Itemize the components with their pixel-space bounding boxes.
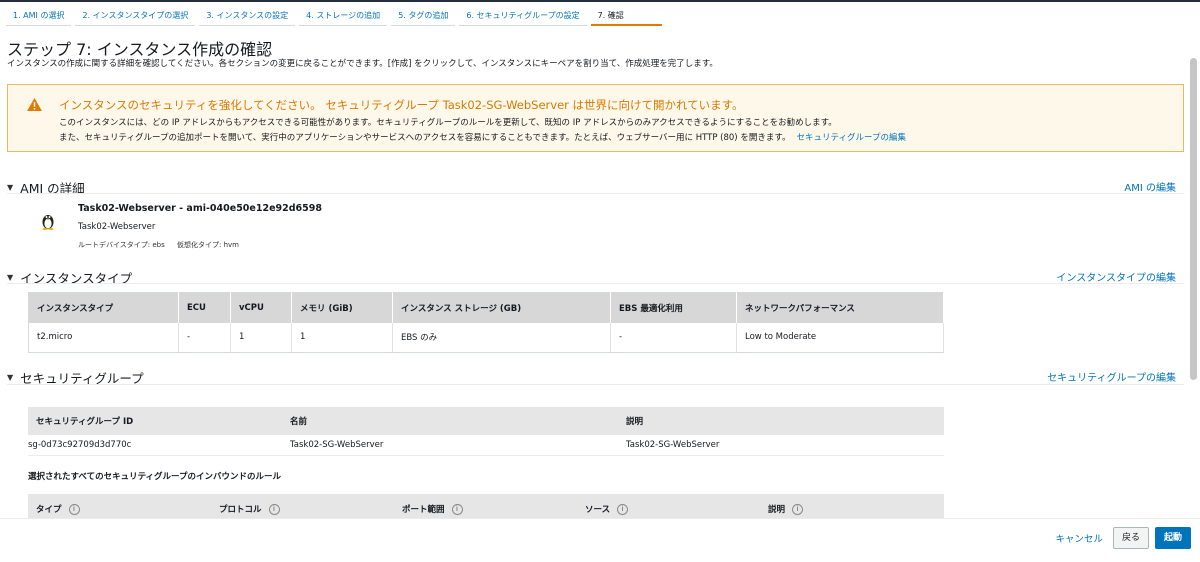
column-header: インスタンスタイプ [28, 292, 179, 323]
column-label: 説明 [768, 505, 786, 515]
ami-meta: ルートデバイスタイプ: ebs 仮想化タイプ: hvm [78, 240, 239, 250]
column-header: ソース i [577, 494, 760, 518]
info-icon[interactable]: i [617, 503, 629, 515]
column-label: ソース [585, 505, 611, 515]
divider [7, 384, 1184, 385]
ami-subtitle: Task02-Webserver [78, 222, 156, 232]
table-cell: 1 [291, 322, 393, 353]
column-header: セキュリティグループ ID [28, 407, 282, 435]
column-label: タイプ [36, 505, 62, 515]
instance-type-table: インスタンスタイプ ECU vCPU メモリ (GiB) インスタンス ストレー… [28, 292, 944, 353]
wizard-step-instance-type[interactable]: 2. インスタンスタイプの選択 [75, 4, 196, 26]
back-button[interactable]: 戻る [1113, 527, 1149, 549]
column-header: vCPU [230, 292, 292, 323]
column-label: ポート範囲 [402, 505, 445, 515]
column-header: EBS 最適化利用 [610, 292, 737, 323]
table-cell: 1 [230, 322, 292, 353]
table-row: sg-0d73c92709d3d770c Task02-SG-WebServer… [28, 435, 944, 456]
launch-button[interactable]: 起動 [1155, 527, 1191, 549]
table-header-row: セキュリティグループ ID 名前 説明 [28, 407, 944, 435]
table-cell: - [178, 322, 231, 353]
table-cell: Low to Moderate [736, 322, 944, 353]
top-bar [0, 0, 1200, 2]
caret-down-icon: ▼ [7, 183, 14, 192]
column-header: 説明 i [760, 494, 944, 518]
wizard-step-ami[interactable]: 1. AMI の選択 [6, 4, 72, 26]
ami-section-title: AMI の詳細 [20, 181, 85, 196]
info-icon[interactable]: i [451, 503, 463, 515]
table-cell: sg-0d73c92709d3d770c [28, 435, 282, 456]
review-content[interactable]: インスタンスのセキュリティを強化してください。 セキュリティグループ Task0… [0, 80, 1200, 518]
warning-title: インスタンスのセキュリティを強化してください。 セキュリティグループ Task0… [59, 98, 744, 112]
table-cell: Task02-SG-WebServer [618, 435, 944, 456]
edit-security-group-link[interactable]: セキュリティグループの編集 [796, 133, 905, 143]
edit-ami-link[interactable]: AMI の編集 [1124, 179, 1176, 194]
table-cell: - [610, 322, 737, 353]
column-label: プロトコル [219, 505, 262, 515]
security-group-table: セキュリティグループ ID 名前 説明 sg-0d73c92709d3d770c… [28, 407, 944, 456]
column-header: 説明 [618, 407, 944, 435]
table-cell: t2.micro [28, 322, 179, 353]
column-header: ポート範囲 i [394, 494, 577, 518]
linux-penguin-icon [42, 215, 54, 230]
table-header-row: インスタンスタイプ ECU vCPU メモリ (GiB) インスタンス ストレー… [28, 292, 944, 323]
caret-down-icon: ▼ [7, 273, 14, 282]
table-cell: EBS のみ [392, 322, 611, 353]
column-header: インスタンス ストレージ (GB) [392, 292, 611, 323]
wizard-step-security-group[interactable]: 6. セキュリティグループの設定 [459, 4, 587, 26]
wizard-step-review[interactable]: 7. 確認 [590, 4, 662, 26]
ami-root-device: ルートデバイスタイプ: ebs [78, 241, 165, 249]
wizard-steps: 1. AMI の選択 2. インスタンスタイプの選択 3. インスタンスの設定 … [6, 4, 666, 26]
wizard-step-configure[interactable]: 3. インスタンスの設定 [199, 4, 296, 26]
info-icon[interactable]: i [792, 503, 804, 515]
warning-icon [27, 98, 42, 111]
column-header: 名前 [282, 407, 618, 435]
column-header: タイプ i [28, 494, 211, 518]
edit-instance-type-link[interactable]: インスタンスタイプの編集 [1056, 269, 1176, 284]
caret-down-icon: ▼ [7, 373, 14, 382]
column-header: メモリ (GiB) [291, 292, 393, 323]
instance-type-section-toggle[interactable]: ▼ インスタンスタイプ [7, 268, 132, 287]
wizard-step-tags[interactable]: 5. タグの追加 [391, 4, 456, 26]
footer-bar: キャンセル 戻る 起動 [0, 518, 1200, 562]
warning-text-2-body: また、セキュリティグループの追加ポートを開いて、実行中のアプリケーションやサービ… [59, 133, 791, 143]
warning-text-1: このインスタンスには、どの IP アドレスからもアクセスできる可能性があります。… [59, 118, 837, 128]
ami-name: Task02-Webserver - ami-040e50e12e92d6598 [78, 203, 322, 214]
cancel-button[interactable]: キャンセル [1055, 531, 1103, 545]
ami-section-toggle[interactable]: ▼ AMI の詳細 [7, 178, 85, 197]
instance-type-section-title: インスタンスタイプ [20, 271, 133, 286]
column-header: ネットワークパフォーマンス [736, 292, 944, 323]
divider [7, 193, 1184, 194]
ami-virtualization: 仮想化タイプ: hvm [177, 241, 239, 249]
table-cell: Task02-SG-WebServer [282, 435, 618, 456]
table-row: t2.micro - 1 1 EBS のみ - Low to Moderate [28, 322, 944, 353]
page-description: インスタンスの作成に関する詳細を確認してください。各セクションの変更に戻ることが… [7, 59, 718, 69]
wizard-step-storage[interactable]: 4. ストレージの追加 [299, 4, 388, 26]
column-header: ECU [178, 292, 231, 323]
inbound-rules-title: 選択されたすべてのセキュリティグループのインバウンドのルール [28, 472, 282, 482]
info-icon[interactable]: i [68, 503, 80, 515]
edit-security-group-section-link[interactable]: セキュリティグループの編集 [1047, 369, 1176, 384]
warning-text-2: また、セキュリティグループの追加ポートを開いて、実行中のアプリケーションやサービ… [59, 131, 906, 143]
divider [7, 283, 1184, 284]
inbound-rules-header: タイプ i プロトコル i ポート範囲 i ソース i 説明 i [28, 494, 944, 518]
column-header: プロトコル i [211, 494, 394, 518]
security-warning: インスタンスのセキュリティを強化してください。 セキュリティグループ Task0… [7, 84, 1184, 152]
vertical-scrollbar[interactable] [1190, 58, 1197, 380]
info-icon[interactable]: i [268, 503, 280, 515]
